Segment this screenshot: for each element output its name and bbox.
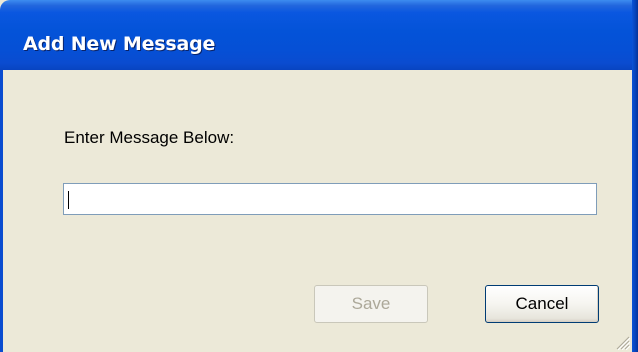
add-message-dialog: Add New Message Enter Message Below: Sav…	[0, 0, 638, 352]
title-bar[interactable]: Add New Message	[0, 0, 635, 70]
save-button[interactable]: Save	[314, 285, 428, 323]
window-frame-right	[632, 0, 638, 352]
cancel-button[interactable]: Cancel	[485, 285, 599, 323]
message-prompt-label: Enter Message Below:	[64, 128, 235, 147]
window-title: Add New Message	[23, 33, 216, 55]
text-caret	[68, 191, 69, 209]
resize-grip-icon[interactable]	[616, 336, 630, 350]
message-input[interactable]	[63, 183, 597, 215]
